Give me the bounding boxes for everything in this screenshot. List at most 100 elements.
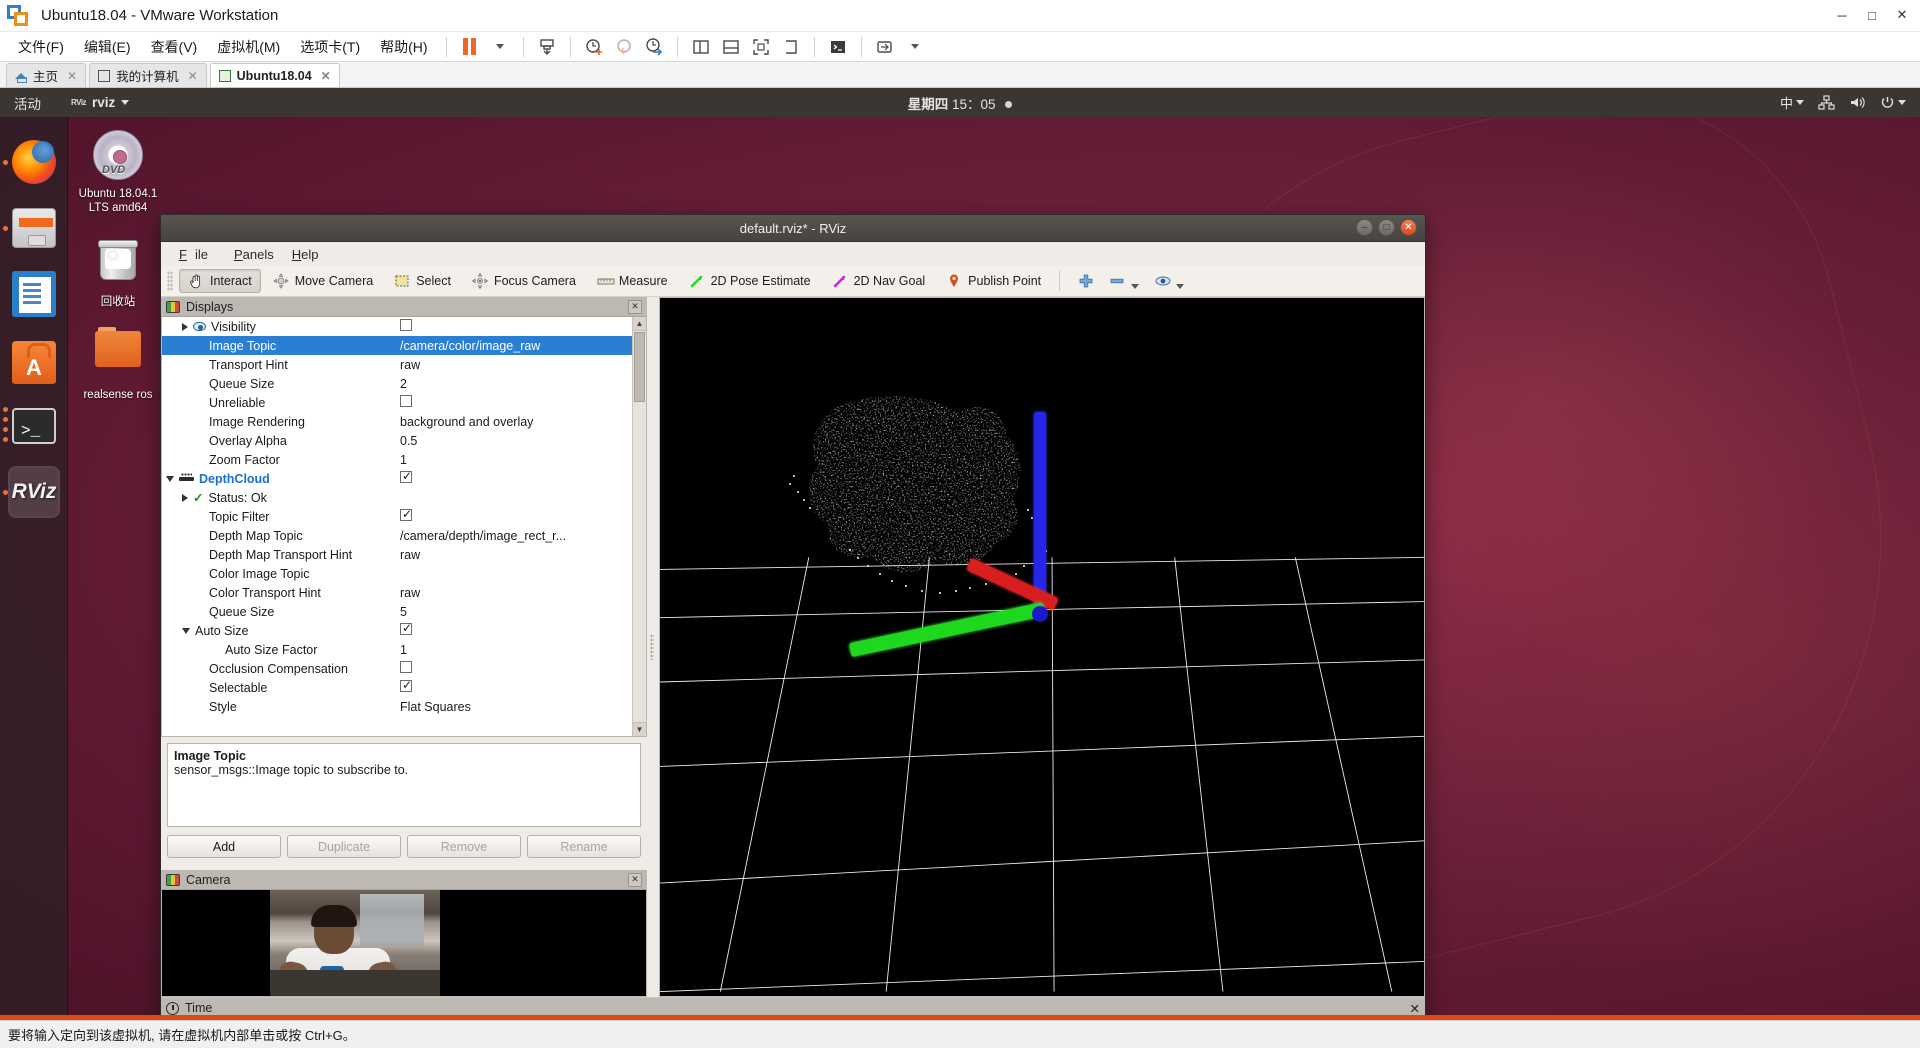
dock-item-software[interactable] bbox=[0, 327, 68, 393]
scroll-down-icon[interactable]: ▼ bbox=[633, 722, 646, 736]
tab-ubuntu1804[interactable]: Ubuntu18.04 ✕ bbox=[209, 63, 340, 87]
close-icon[interactable]: ✕ bbox=[1888, 2, 1916, 28]
tree-row[interactable]: Zoom Factor 1 bbox=[162, 450, 632, 469]
volume-icon[interactable] bbox=[1849, 95, 1866, 110]
tree-row[interactable]: DepthCloud bbox=[162, 469, 632, 488]
checkbox-checked[interactable] bbox=[400, 471, 412, 483]
dock-item-firefox[interactable] bbox=[0, 129, 68, 195]
tree-row-value[interactable]: Flat Squares bbox=[396, 700, 632, 714]
toolbar-grip[interactable] bbox=[167, 271, 173, 291]
dock-item-writer[interactable] bbox=[0, 261, 68, 327]
tool-focus-camera[interactable]: Focus Camera bbox=[463, 269, 585, 293]
tool-2d-pose-estimate[interactable]: 2D Pose Estimate bbox=[680, 269, 820, 293]
menu-help[interactable]: 帮助(H) bbox=[370, 34, 437, 60]
tool-move-camera[interactable]: Move Camera bbox=[264, 269, 383, 293]
tree-row[interactable]: Style Flat Squares bbox=[162, 697, 632, 716]
power-icon[interactable] bbox=[1880, 95, 1906, 110]
displays-tree[interactable]: Visibility Image Topic/camera/color/image… bbox=[162, 317, 632, 736]
terminal-icon[interactable] bbox=[823, 35, 853, 59]
snapshot-icon[interactable] bbox=[532, 35, 562, 59]
rviz-menu-file[interactable]: File bbox=[171, 245, 224, 264]
revert-snapshot-icon[interactable] bbox=[609, 35, 639, 59]
tree-row[interactable]: Depth Map Transport Hint raw bbox=[162, 545, 632, 564]
checkbox-checked[interactable] bbox=[400, 623, 412, 635]
take-snapshot-icon[interactable] bbox=[579, 35, 609, 59]
tree-row-value[interactable]: raw bbox=[396, 358, 632, 372]
dock-item-files[interactable] bbox=[0, 195, 68, 261]
close-icon[interactable]: ✕ bbox=[321, 69, 331, 83]
tree-scrollbar[interactable]: ▲ ▼ bbox=[632, 317, 646, 736]
checkbox-checked[interactable] bbox=[400, 680, 412, 692]
dock-item-rviz[interactable]: RViz bbox=[0, 459, 68, 525]
tree-row-value[interactable]: background and overlay bbox=[396, 415, 632, 429]
checkbox-unchecked[interactable] bbox=[400, 319, 412, 331]
tree-row-value[interactable]: 2 bbox=[396, 377, 632, 391]
rviz-menu-help[interactable]: Help bbox=[284, 245, 327, 264]
tree-row-value[interactable]: 1 bbox=[396, 643, 632, 657]
minimize-icon[interactable]: – bbox=[1356, 219, 1373, 236]
tree-row[interactable]: ✓ Status: Ok bbox=[162, 488, 632, 507]
close-icon[interactable]: ✕ bbox=[67, 69, 77, 83]
unity-mode-icon[interactable] bbox=[776, 35, 806, 59]
maximize-icon[interactable]: □ bbox=[1378, 219, 1395, 236]
show-sidebar-icon[interactable] bbox=[686, 35, 716, 59]
tree-row[interactable]: Queue Size 2 bbox=[162, 374, 632, 393]
desktop-icon-trash[interactable]: 回收站 bbox=[76, 238, 160, 309]
tree-row[interactable]: Unreliable bbox=[162, 393, 632, 412]
tree-row[interactable]: Occlusion Compensation bbox=[162, 659, 632, 678]
camera-image-view[interactable] bbox=[161, 890, 647, 997]
maximize-icon[interactable]: □ bbox=[1858, 2, 1886, 28]
tree-row-value[interactable] bbox=[396, 623, 632, 638]
menu-vm[interactable]: 虚拟机(M) bbox=[207, 34, 290, 60]
add-button[interactable]: Add bbox=[167, 835, 281, 858]
views-tool-button[interactable] bbox=[1151, 269, 1193, 293]
menu-edit[interactable]: 编辑(E) bbox=[74, 34, 141, 60]
tab-home[interactable]: 主页 ✕ bbox=[6, 63, 87, 87]
tree-row[interactable]: Visibility bbox=[162, 317, 632, 336]
tree-row[interactable]: Auto Size Factor 1 bbox=[162, 640, 632, 659]
scrollbar-thumb[interactable] bbox=[634, 332, 645, 402]
expander-expanded-icon[interactable] bbox=[182, 627, 190, 634]
panel-splitter[interactable] bbox=[647, 297, 657, 997]
menu-view[interactable]: 查看(V) bbox=[141, 34, 208, 60]
tree-row[interactable]: Selectable bbox=[162, 678, 632, 697]
scroll-up-icon[interactable]: ▲ bbox=[633, 317, 646, 331]
tree-row-value[interactable] bbox=[396, 680, 632, 695]
tree-row-value[interactable] bbox=[396, 319, 632, 334]
tree-row[interactable]: Topic Filter bbox=[162, 507, 632, 526]
close-icon[interactable]: ✕ bbox=[1400, 219, 1417, 236]
tree-row[interactable]: Overlay Alpha 0.5 bbox=[162, 431, 632, 450]
tree-row[interactable]: Color Transport Hint raw bbox=[162, 583, 632, 602]
tool-2d-nav-goal[interactable]: 2D Nav Goal bbox=[823, 269, 935, 293]
close-icon[interactable]: ✕ bbox=[188, 69, 198, 83]
remove-tool-button[interactable] bbox=[1106, 269, 1148, 293]
desktop-icon-ubuntu-dvd[interactable]: DVD Ubuntu 18.04.1 LTS amd64 bbox=[76, 130, 160, 216]
expander-collapsed-icon[interactable] bbox=[182, 493, 188, 502]
rviz-menu-panels[interactable]: Panels bbox=[226, 245, 282, 264]
checkbox-unchecked[interactable] bbox=[400, 395, 412, 407]
tool-interact[interactable]: Interact bbox=[179, 269, 261, 293]
pause-icon[interactable] bbox=[455, 35, 485, 59]
tree-row-value[interactable] bbox=[396, 471, 632, 486]
clock[interactable]: 星期四 15：05 bbox=[0, 93, 1920, 113]
checkbox-checked[interactable] bbox=[400, 509, 412, 521]
dropdown-caret-icon[interactable] bbox=[485, 35, 515, 59]
tree-row[interactable]: Image Topic/camera/color/image_raw bbox=[162, 336, 632, 355]
close-icon[interactable]: ✕ bbox=[1410, 1001, 1420, 1016]
tree-row[interactable]: Depth Map Topic/camera/depth/image_rect_… bbox=[162, 526, 632, 545]
add-tool-button[interactable] bbox=[1069, 269, 1103, 293]
close-icon[interactable]: ✕ bbox=[628, 299, 642, 314]
tab-my-computer[interactable]: 我的计算机 ✕ bbox=[89, 63, 207, 87]
tree-row-value[interactable]: 5 bbox=[396, 605, 632, 619]
tree-row[interactable]: Auto Size bbox=[162, 621, 632, 640]
tree-row-value[interactable]: 0.5 bbox=[396, 434, 632, 448]
input-method-indicator[interactable]: 中 bbox=[1780, 93, 1804, 112]
tree-row[interactable]: Color Image Topic bbox=[162, 564, 632, 583]
network-icon[interactable] bbox=[1818, 95, 1835, 110]
expander-expanded-icon[interactable] bbox=[166, 475, 174, 482]
dock-item-terminal[interactable] bbox=[0, 393, 68, 459]
tree-row-value[interactable] bbox=[396, 661, 632, 676]
dropdown-caret-icon[interactable] bbox=[900, 35, 930, 59]
snapshot-manager-icon[interactable] bbox=[639, 35, 669, 59]
tree-row-value[interactable]: raw bbox=[396, 548, 632, 562]
